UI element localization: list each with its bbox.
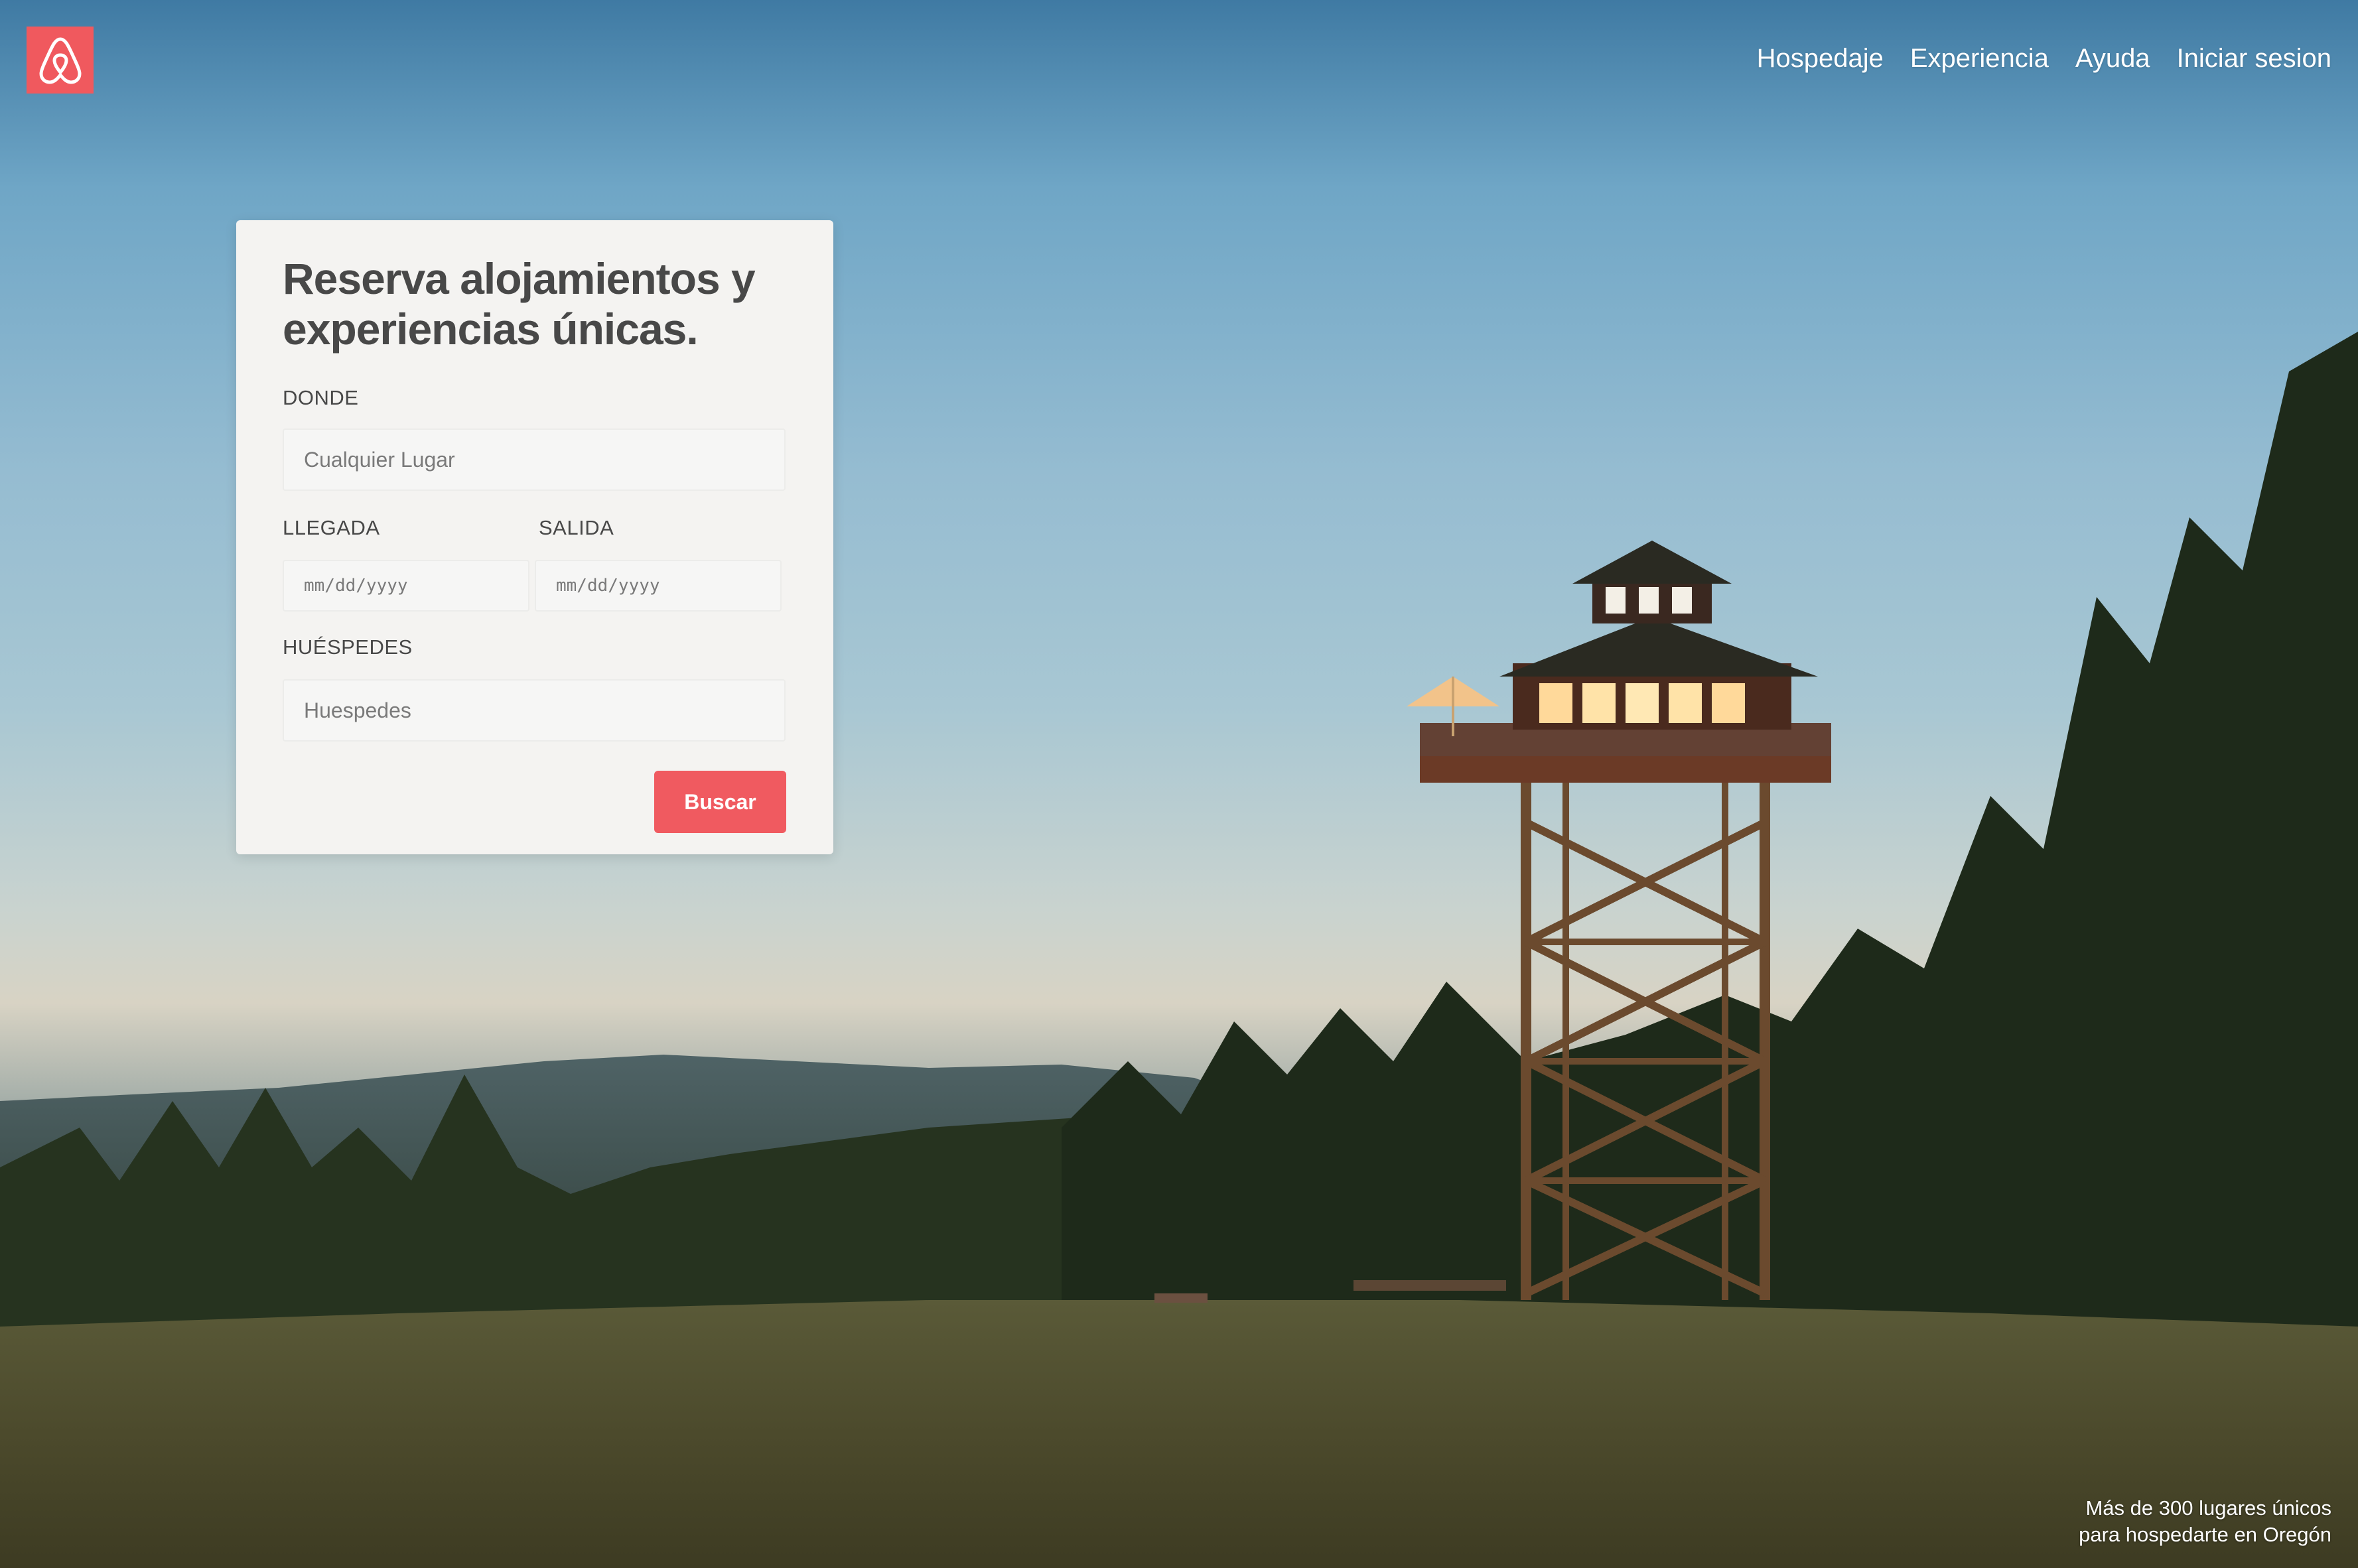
checkout-label: SALIDA	[539, 516, 614, 539]
hero-caption-line-2: para hospedarte en Oregón	[2079, 1523, 2331, 1546]
nav-link-hospedaje[interactable]: Hospedaje	[1757, 44, 1884, 74]
nav-link-ayuda[interactable]: Ayuda	[2075, 44, 2150, 74]
booking-card: Reserva alojamientos y experiencias únic…	[236, 220, 833, 854]
booking-title-line-2: experiencias únicas.	[283, 304, 699, 354]
booking-title: Reserva alojamientos y experiencias únic…	[283, 253, 787, 354]
hero-caption-line-1: Más de 300 lugares únicos	[2085, 1496, 2331, 1520]
airbnb-logo[interactable]	[27, 27, 94, 94]
hero-caption: Más de 300 lugares únicos para hospedart…	[2079, 1495, 2331, 1548]
checkout-date-input[interactable]	[535, 560, 782, 612]
search-button[interactable]: Buscar	[654, 771, 786, 833]
booking-title-line-1: Reserva alojamientos y	[283, 254, 756, 303]
checkin-date-input[interactable]	[283, 560, 529, 612]
airbnb-belo-icon	[39, 37, 81, 84]
top-nav: Hospedaje Experiencia Ayuda Iniciar sesi…	[1757, 44, 2331, 74]
where-input[interactable]	[283, 428, 786, 491]
guests-input[interactable]	[283, 679, 786, 742]
where-label: DONDE	[283, 386, 359, 409]
checkin-label: LLEGADA	[283, 516, 380, 539]
hero-background: Hospedaje Experiencia Ayuda Iniciar sesi…	[0, 0, 2358, 1568]
guests-label: HUÉSPEDES	[283, 635, 413, 659]
nav-link-iniciar-sesion[interactable]: Iniciar sesion	[2177, 44, 2331, 74]
nav-link-experiencia[interactable]: Experiencia	[1910, 44, 2049, 74]
